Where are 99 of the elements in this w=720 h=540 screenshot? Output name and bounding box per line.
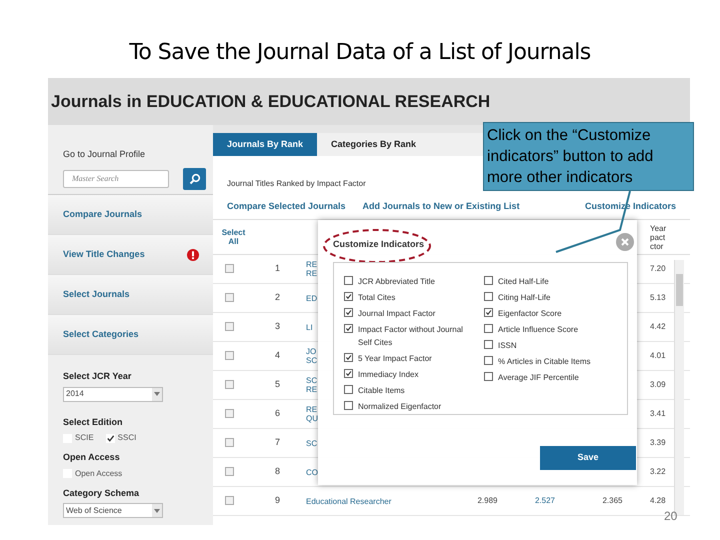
indicator-label: 5 Year Impact Factor xyxy=(358,353,432,365)
checkbox[interactable] xyxy=(225,322,234,331)
checkbox[interactable] xyxy=(484,308,493,317)
table-cell-text: 2.527 xyxy=(534,495,556,507)
table-cell-text: 5.13 xyxy=(650,292,667,304)
sidebar-item[interactable]: View Title Changes xyxy=(48,235,213,275)
rank-number: 7 xyxy=(274,436,281,450)
indicator-label: ISSN xyxy=(498,340,517,352)
rank-number: 8 xyxy=(274,465,281,478)
caret-icon xyxy=(154,508,160,512)
filter-label: Select JCR Year xyxy=(63,370,132,383)
checkbox[interactable] xyxy=(484,356,493,365)
page-header: Journals in EDUCATION & EDUCATIONAL RESEARCH xyxy=(48,78,690,125)
save-button[interactable]: Save xyxy=(540,446,636,470)
checkbox[interactable] xyxy=(344,369,353,378)
indicator-label: Normalized Eigenfactor xyxy=(358,401,442,413)
tab[interactable]: Journals By Rank xyxy=(213,133,318,156)
rank-number: 1 xyxy=(274,262,281,276)
table-cell-text: 2.989 xyxy=(476,495,499,507)
search-field[interactable]: Master Search xyxy=(63,170,169,188)
table-cell-text: 2.365 xyxy=(601,495,624,507)
indicator-label: Impact Factor without Journal Self Cites xyxy=(358,324,464,349)
checkbox[interactable] xyxy=(484,324,493,333)
sidebar-item[interactable]: Select Categories xyxy=(48,315,213,355)
indicator-label: Citable Items xyxy=(358,385,405,397)
indicator-label: Average JIF Percentile xyxy=(498,372,579,384)
rank-number: 5 xyxy=(274,378,281,392)
profile-label: Go to Journal Profile xyxy=(63,148,146,161)
indicator-label: Citing Half-Life xyxy=(498,292,550,304)
column-header: Year pact ctor xyxy=(650,224,668,250)
checkbox[interactable] xyxy=(225,496,234,505)
indicator-label: Journal Impact Factor xyxy=(358,308,436,320)
filter-label: Select Edition xyxy=(63,416,124,428)
caret-icon xyxy=(154,392,160,396)
checkbox[interactable] xyxy=(484,292,493,301)
checkbox-label: SCIE xyxy=(75,432,94,444)
search-button[interactable] xyxy=(183,168,206,190)
table-cell-text: 3.39 xyxy=(650,437,667,449)
filter-label: Category Schema xyxy=(63,486,140,500)
checkbox[interactable] xyxy=(344,292,353,301)
rank-number: 2 xyxy=(274,291,281,304)
indicator-label: Article Influence Score xyxy=(498,324,578,336)
sidebar-link[interactable]: View Title Changes xyxy=(63,248,145,262)
checkbox[interactable] xyxy=(484,372,493,381)
rank-number: 9 xyxy=(274,494,281,508)
checkbox[interactable] xyxy=(484,340,493,349)
checkbox[interactable] xyxy=(106,434,115,442)
checkbox[interactable] xyxy=(484,276,493,285)
checkbox[interactable] xyxy=(344,324,353,333)
table-subtitle: Journal Titles Ranked by Impact Factor xyxy=(227,178,366,190)
table-cell-text: 4.28 xyxy=(650,495,667,507)
slide-title: To Save the Journal Data of a List of Journals xyxy=(128,39,592,67)
indicator-label: Immediacy Index xyxy=(358,369,418,381)
table-cell-text: 4.42 xyxy=(650,321,667,333)
checkbox[interactable] xyxy=(225,409,234,418)
alert-icon xyxy=(187,248,199,260)
checkbox[interactable] xyxy=(344,385,353,394)
checkbox[interactable] xyxy=(225,351,234,360)
checkbox[interactable] xyxy=(344,308,353,317)
indicator-label: JCR Abbreviated Title xyxy=(358,276,435,288)
checkbox[interactable] xyxy=(225,264,234,273)
action-link[interactable]: Add Journals to New or Existing List xyxy=(362,200,520,214)
callout-box: Click on the “Customize indicators” button to add more other indicators xyxy=(483,122,694,191)
select-all-link[interactable]: Select All xyxy=(221,228,246,246)
filter-label: Open Access xyxy=(63,451,121,464)
table-cell-text: 3.09 xyxy=(650,379,667,391)
table-cell-text: 7.20 xyxy=(650,263,667,275)
table-cell-text: 3.41 xyxy=(650,408,667,420)
indicator-label: % Articles in Citable Items xyxy=(498,356,590,368)
sidebar-link[interactable]: Select Categories xyxy=(63,328,139,342)
checkbox-label: SSCI xyxy=(118,432,136,444)
checkbox[interactable] xyxy=(225,380,234,389)
indicator-label: Eigenfactor Score xyxy=(498,308,562,320)
table-cell-text: 4.01 xyxy=(650,350,667,362)
dropdown[interactable]: 2014 xyxy=(63,386,163,402)
search-icon xyxy=(188,172,200,184)
rank-number: 3 xyxy=(274,320,281,334)
page-number: 20 xyxy=(664,508,678,525)
sidebar-item[interactable]: Select Journals xyxy=(48,275,213,315)
sidebar-link[interactable]: Select Journals xyxy=(63,288,130,302)
checkbox-label: Open Access xyxy=(75,468,122,480)
checkbox[interactable] xyxy=(344,401,353,410)
indicator-label: Total Cites xyxy=(358,292,396,304)
close-icon xyxy=(621,238,629,246)
dialog-title: Customize Indicators xyxy=(333,238,424,251)
journal-title-link[interactable]: Educational Researcher xyxy=(300,496,460,506)
indicator-label: Cited Half-Life xyxy=(498,276,549,288)
checkbox[interactable] xyxy=(344,276,353,285)
rank-number: 4 xyxy=(274,349,281,362)
action-link[interactable]: Compare Selected Journals xyxy=(227,200,346,214)
dropdown[interactable]: Web of Science xyxy=(63,503,163,518)
checkbox[interactable] xyxy=(344,353,353,362)
table-cell-text: 3.22 xyxy=(650,466,667,478)
checkbox[interactable] xyxy=(225,467,234,476)
sidebar-link[interactable]: Compare Journals xyxy=(63,208,142,222)
checkbox[interactable] xyxy=(225,293,234,302)
checkbox[interactable] xyxy=(225,438,234,447)
sidebar-item[interactable]: Compare Journals xyxy=(48,195,213,235)
rank-number: 6 xyxy=(274,407,281,420)
